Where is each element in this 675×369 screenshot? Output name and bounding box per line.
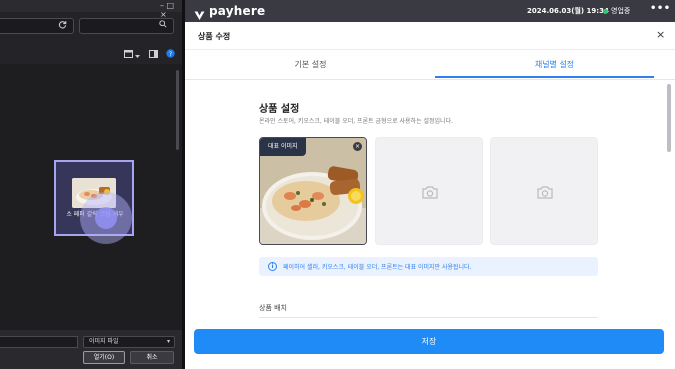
- preview-pane-icon[interactable]: [149, 43, 158, 58]
- dialog-toolbar: ?: [0, 40, 182, 58]
- refresh-icon[interactable]: [58, 20, 67, 32]
- chevron-down-icon[interactable]: [135, 44, 144, 58]
- modal-title: 상품 수정: [198, 32, 231, 41]
- modal-content: 상품 설정 온라인 스토어, 키오스크, 테이블 오더, 프론트 금형으로 사용…: [185, 80, 675, 369]
- svg-text:?: ?: [169, 51, 172, 58]
- dialog-search-input[interactable]: [79, 18, 174, 34]
- more-menu-icon[interactable]: •••: [650, 3, 671, 14]
- store-status: 영업중: [603, 6, 630, 16]
- view-options-icon[interactable]: [124, 43, 133, 58]
- active-tab-indicator: [435, 76, 654, 78]
- dialog-title-bar: [0, 0, 182, 12]
- modal-header: 상품 수정 ×: [185, 22, 675, 50]
- remove-image-icon[interactable]: ×: [353, 142, 362, 151]
- payhere-app: payhere 2024.06.03(월) 19:34 영업중 ••• 상품 수…: [185, 0, 675, 369]
- section-description: 온라인 스토어, 키오스크, 테이블 오더, 프론트 금형으로 사용하는 설정입…: [259, 118, 454, 125]
- touch-cursor-indicator: [80, 192, 132, 244]
- brand-logo: payhere: [194, 4, 266, 20]
- close-icon[interactable]: ×: [656, 28, 665, 41]
- file-open-dialog: – □ × ? 소 페퍼 갈릭 크림 새우 이미지 파일 ▾ 열기(O) 취소: [0, 0, 182, 369]
- section-divider: [259, 317, 598, 318]
- save-button[interactable]: 저장: [194, 329, 664, 354]
- file-type-select[interactable]: 이미지 파일 ▾: [83, 336, 175, 348]
- info-text: 페이히어 셀러, 키오스크, 테이블 오더, 프론트는 대표 이미지만 사용됩니…: [283, 264, 472, 271]
- window-controls[interactable]: – □ ×: [160, 1, 182, 19]
- top-bar: payhere 2024.06.03(월) 19:34 영업중 •••: [185, 0, 675, 22]
- camera-icon: [537, 184, 553, 199]
- open-button[interactable]: 열기(O): [83, 351, 125, 364]
- file-name-input[interactable]: [0, 336, 78, 348]
- online-status-icon: [603, 8, 608, 14]
- info-banner: i 페이히어 셀러, 키오스크, 테이블 오더, 프론트는 대표 이미지만 사용…: [259, 257, 598, 276]
- cancel-button[interactable]: 취소: [130, 351, 174, 364]
- section-title: 상품 설정: [259, 104, 300, 115]
- payhere-logo-icon: [194, 6, 205, 20]
- product-placement-label: 상품 배치: [259, 304, 287, 312]
- representative-image-badge: 대표 이미지: [260, 138, 306, 156]
- content-scrollbar[interactable]: [667, 84, 671, 152]
- search-icon: [159, 20, 167, 31]
- image-upload-slot-3[interactable]: [490, 137, 598, 245]
- file-type-value: 이미지 파일: [89, 338, 119, 345]
- datetime-label: 2024.06.03(월) 19:34: [527, 7, 609, 15]
- tab-basic-settings[interactable]: 기본 설정: [188, 50, 433, 80]
- info-icon: i: [268, 262, 277, 271]
- main-product-image[interactable]: 대표 이미지 ×: [259, 137, 367, 245]
- store-status-label: 영업중: [611, 7, 631, 15]
- image-upload-slot-2[interactable]: [375, 137, 483, 245]
- chevron-down-icon: ▾: [166, 338, 170, 345]
- file-pane-scrollbar[interactable]: [176, 70, 179, 150]
- brand-name: payhere: [209, 4, 266, 18]
- camera-icon: [422, 184, 438, 199]
- help-icon[interactable]: ?: [166, 43, 175, 58]
